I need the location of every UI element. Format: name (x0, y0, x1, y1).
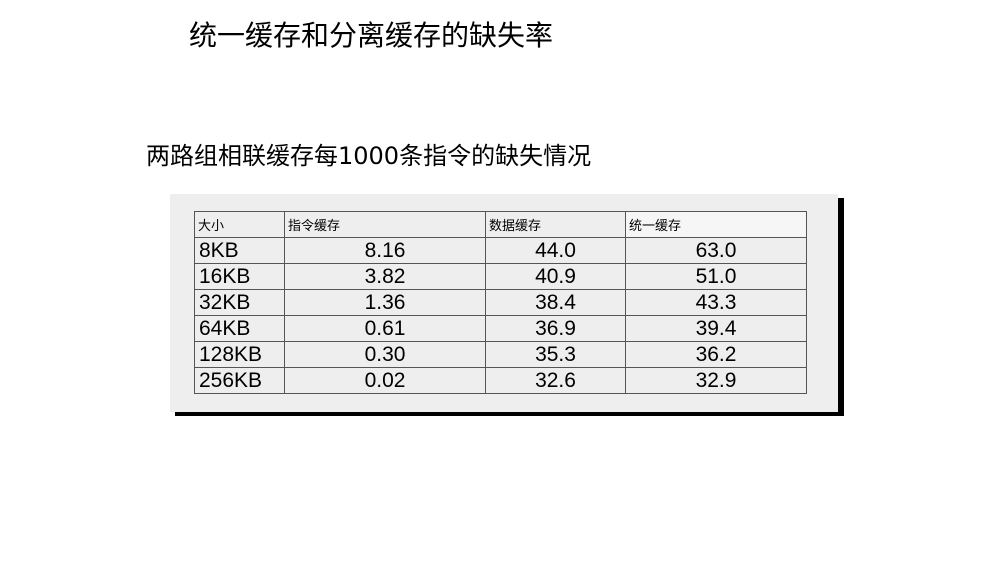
cell-size: 8KB (194, 237, 285, 264)
cell-unified-cache: 32.9 (625, 367, 807, 394)
cell-instruction-cache: 3.82 (284, 263, 486, 290)
cell-size: 32KB (194, 289, 285, 316)
miss-rate-table: 大小 指令缓存 数据缓存 统一缓存 8KB 8.16 44.0 63.0 16K… (194, 211, 807, 394)
header-instruction-cache: 指令缓存 (284, 211, 486, 238)
table-row: 32KB 1.36 38.4 43.3 (194, 289, 807, 316)
cell-unified-cache: 36.2 (625, 341, 807, 368)
slide-subtitle: 两路组相联缓存每1000条指令的缺失情况 (146, 142, 592, 170)
table-row: 8KB 8.16 44.0 63.0 (194, 237, 807, 264)
cell-size: 64KB (194, 315, 285, 342)
cell-data-cache: 36.9 (485, 315, 626, 342)
cell-unified-cache: 51.0 (625, 263, 807, 290)
cell-data-cache: 32.6 (485, 367, 626, 394)
header-unified-cache: 统一缓存 (625, 211, 807, 238)
slide-title: 统一缓存和分离缓存的缺失率 (189, 19, 554, 52)
table-header-row: 大小 指令缓存 数据缓存 统一缓存 (194, 211, 807, 238)
cell-data-cache: 35.3 (485, 341, 626, 368)
cell-instruction-cache: 0.02 (284, 367, 486, 394)
cell-data-cache: 44.0 (485, 237, 626, 264)
table-row: 256KB 0.02 32.6 32.9 (194, 367, 807, 394)
table-row: 128KB 0.30 35.3 36.2 (194, 341, 807, 368)
cell-unified-cache: 63.0 (625, 237, 807, 264)
cell-size: 128KB (194, 341, 285, 368)
cell-size: 16KB (194, 263, 285, 290)
cell-unified-cache: 39.4 (625, 315, 807, 342)
cell-unified-cache: 43.3 (625, 289, 807, 316)
cell-instruction-cache: 8.16 (284, 237, 486, 264)
cell-data-cache: 38.4 (485, 289, 626, 316)
cell-size: 256KB (194, 367, 285, 394)
cell-data-cache: 40.9 (485, 263, 626, 290)
cell-instruction-cache: 0.61 (284, 315, 486, 342)
cell-instruction-cache: 0.30 (284, 341, 486, 368)
header-data-cache: 数据缓存 (485, 211, 626, 238)
table-row: 16KB 3.82 40.9 51.0 (194, 263, 807, 290)
header-size: 大小 (194, 211, 285, 238)
table-row: 64KB 0.61 36.9 39.4 (194, 315, 807, 342)
cell-instruction-cache: 1.36 (284, 289, 486, 316)
